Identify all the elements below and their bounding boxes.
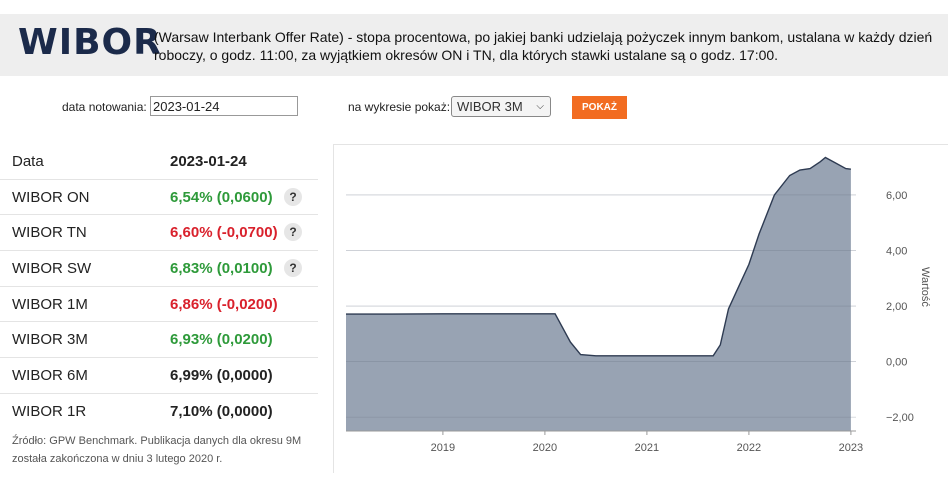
rate-name: WIBOR TN xyxy=(12,224,87,242)
rate-name: WIBOR 1M xyxy=(12,295,88,313)
header-description: (Warsaw Interbank Offer Rate) - stopa pr… xyxy=(154,29,933,63)
date-input[interactable] xyxy=(150,96,298,116)
wibor-chart: 6,00 4,00 2,00 0,00 −2,00 2019 2020 2021 2022 202… xyxy=(346,156,931,454)
chevron-down-icon: ⌵ xyxy=(536,101,544,112)
rate-value: 6,93% (0,0200) xyxy=(170,331,273,349)
y-tick-label: 2,00 xyxy=(886,301,907,313)
rate-value: 6,54% (0,0600) xyxy=(170,188,273,206)
rate-value: 6,60% (-0,0700) xyxy=(170,224,278,242)
chart-series-selected: WIBOR 3M xyxy=(457,99,523,114)
table-row: WIBOR 1M 6,86% (-0,0200) xyxy=(0,287,318,323)
header-name: Data xyxy=(12,153,44,170)
rate-value: 6,99% (0,0000) xyxy=(170,367,273,385)
y-tick-label: −2,00 xyxy=(886,412,914,424)
rate-name: WIBOR 6M xyxy=(12,367,88,385)
rate-name: WIBOR 3M xyxy=(12,331,88,349)
table-row: WIBOR SW 6,83% (0,0100)? xyxy=(0,251,318,287)
table-row: WIBOR 6M 6,99% (0,0000) xyxy=(0,358,318,394)
rate-name: WIBOR SW xyxy=(12,260,92,278)
x-tick-label: 2023 xyxy=(839,442,863,454)
x-tick-label: 2020 xyxy=(533,442,557,454)
date-label: data notowania: xyxy=(62,100,147,114)
rate-value: 6,86% (-0,0200) xyxy=(170,295,278,313)
help-icon[interactable]: ? xyxy=(284,259,302,278)
table-header-row: Data 2023-01-24 xyxy=(0,144,318,180)
controls-bar: data notowania: na wykresie pokaż: WIBOR… xyxy=(0,96,948,124)
show-button[interactable]: POKAŻ xyxy=(572,96,627,119)
y-axis-label: Wartość xyxy=(919,267,931,307)
source-note: Źródło: GPW Benchmark. Publikacja danych… xyxy=(12,435,302,465)
chart-series-select[interactable]: WIBOR 3M ⌵ xyxy=(451,96,551,117)
chart-panel: 6,00 4,00 2,00 0,00 −2,00 2019 2020 2021 2022 202… xyxy=(333,144,948,473)
help-icon[interactable]: ? xyxy=(284,223,302,242)
x-tick-label: 2019 xyxy=(431,442,455,454)
help-icon[interactable]: ? xyxy=(284,187,302,206)
x-tick-label: 2021 xyxy=(635,442,659,454)
rate-name: WIBOR 1R xyxy=(12,402,87,420)
y-tick-label: 0,00 xyxy=(886,357,907,369)
rate-name: WIBOR ON xyxy=(12,188,90,206)
table-row: WIBOR 3M 6,93% (0,0200) xyxy=(0,322,318,359)
rates-table: Data 2023-01-24 WIBOR ON 6,54% (0,0600)? W… xyxy=(0,144,318,429)
table-row: WIBOR TN 6,60% (-0,0700)? xyxy=(0,215,318,252)
header-banner: WIBOR (Warsaw Interbank Offer Rate) - st… xyxy=(0,14,948,76)
chart-select-label: na wykresie pokaż: xyxy=(348,100,451,114)
rate-value: 7,10% (0,0000) xyxy=(170,402,273,420)
x-tick-label: 2022 xyxy=(737,442,761,454)
series-area xyxy=(346,157,851,431)
y-tick-label: 4,00 xyxy=(886,246,907,258)
y-tick-label: 6,00 xyxy=(886,190,907,202)
rate-value: 6,83% (0,0100) xyxy=(170,260,273,278)
table-row: WIBOR ON 6,54% (0,0600)? xyxy=(0,180,318,216)
header-date: 2023-01-24 xyxy=(170,153,247,170)
table-row: WIBOR 1R 7,10% (0,0000) xyxy=(0,394,318,429)
wibor-logo: WIBOR xyxy=(18,22,162,63)
